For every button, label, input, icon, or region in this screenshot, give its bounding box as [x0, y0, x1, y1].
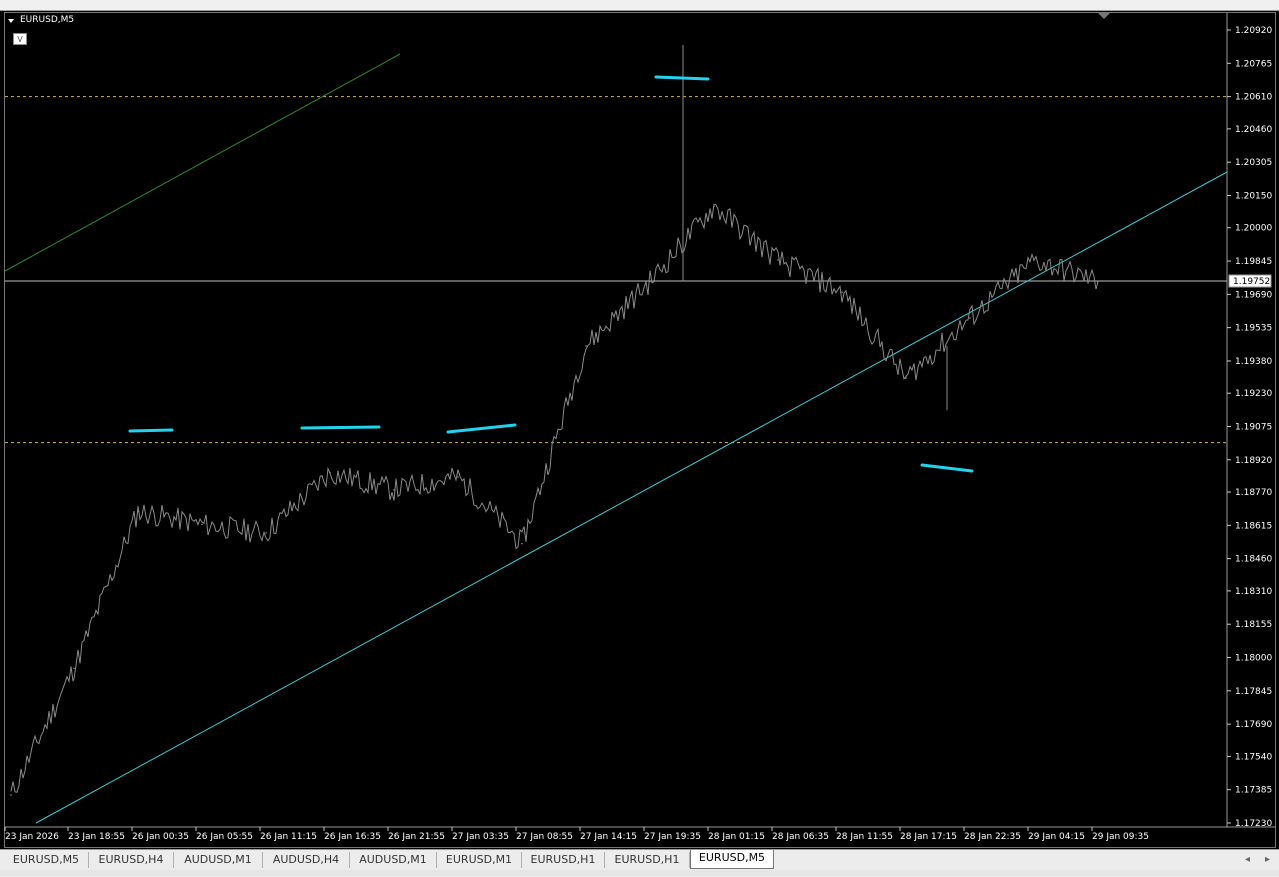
- chart-title: EURUSD,M5: [20, 15, 75, 25]
- price-axis-label: 1.20000: [1235, 224, 1272, 234]
- price-axis-label: 1.17230: [1235, 819, 1272, 829]
- price-point: [1033, 259, 1035, 261]
- time-axis-label: 26 Jan 11:15: [260, 832, 317, 842]
- price-point: [73, 667, 75, 670]
- status-strip: [0, 870, 1279, 876]
- price-axis-label: 1.20610: [1235, 93, 1272, 103]
- price-axis-label: 1.19690: [1235, 290, 1272, 300]
- price-point: [969, 317, 971, 319]
- scroll-right-icon[interactable]: ▸: [1265, 854, 1270, 865]
- tab-eurusd-h1-2[interactable]: EURUSD,H1: [605, 852, 690, 868]
- price-point: [777, 259, 779, 261]
- tab-eurusd-m5-active[interactable]: EURUSD,M5: [690, 850, 774, 869]
- chart-shift-icon: [1098, 13, 1110, 19]
- price-axis-label: 1.20765: [1235, 59, 1272, 69]
- cyan-marker: [920, 463, 974, 473]
- price-point: [137, 510, 139, 513]
- price-point: [905, 377, 907, 379]
- cyan-marker: [654, 75, 710, 81]
- price-axis-label: 1.18460: [1235, 555, 1272, 565]
- price-point: [1097, 280, 1099, 283]
- time-axis-label: 26 Jan 16:35: [324, 832, 381, 842]
- price-axis-label: 1.20150: [1235, 191, 1272, 201]
- tab-audusd-m1-1[interactable]: AUDUSD,M1: [174, 852, 263, 868]
- time-axis-label: 26 Jan 21:55: [388, 832, 445, 842]
- time-axis-label: 29 Jan 09:35: [1092, 832, 1149, 842]
- visibility-badge[interactable]: V: [13, 33, 27, 45]
- price-axis-label: 1.18310: [1235, 587, 1272, 597]
- time-axis-label: 26 Jan 05:55: [196, 832, 253, 842]
- cyan-marker: [300, 425, 381, 430]
- price-point: [521, 542, 523, 545]
- time-axis-label: 23 Jan 2026: [5, 832, 59, 842]
- tab-eurusd-h4[interactable]: EURUSD,H4: [89, 852, 174, 868]
- price-point: [649, 280, 651, 283]
- chart-menu-triangle-icon[interactable]: [8, 19, 14, 23]
- tab-eurusd-m1[interactable]: EURUSD,M1: [437, 852, 522, 868]
- price-point: [10, 794, 12, 796]
- price-point: [457, 476, 459, 478]
- price-axis-label: 1.18000: [1235, 654, 1272, 664]
- time-axis-label: 27 Jan 19:35: [644, 832, 701, 842]
- green-trendline: [4, 53, 401, 272]
- price-point: [329, 471, 331, 474]
- price-chart[interactable]: 1.20920 1.20765 1.20610 1.20460 1.20305 1.201…: [0, 0, 1279, 849]
- time-axis-label: 26 Jan 00:35: [132, 832, 189, 842]
- current-price-label: 1.19752: [1233, 277, 1270, 287]
- price-axis-label: 1.18615: [1235, 521, 1272, 531]
- price-axis-label: 1.20460: [1235, 125, 1272, 135]
- time-axis-label: 28 Jan 11:55: [836, 832, 893, 842]
- price-axis-label: 1.17385: [1235, 786, 1272, 796]
- price-point: [201, 523, 203, 526]
- price-axis-label: 1.17845: [1235, 687, 1272, 697]
- time-axis-label: 27 Jan 08:55: [516, 832, 573, 842]
- time-axis-label: 27 Jan 03:35: [452, 832, 509, 842]
- cyan-marker: [446, 423, 517, 434]
- price-axis-label: 1.19075: [1235, 423, 1272, 433]
- time-axis-label: 28 Jan 01:15: [708, 832, 765, 842]
- price-axis-label: 1.19380: [1235, 357, 1272, 367]
- price-axis-label: 1.18920: [1235, 456, 1272, 466]
- price-axis-label: 1.17540: [1235, 752, 1272, 762]
- tab-eurusd-m5-1[interactable]: EURUSD,M5: [4, 852, 89, 868]
- scroll-left-icon[interactable]: ◂: [1245, 854, 1250, 865]
- price-axis-label: 1.17690: [1235, 720, 1272, 730]
- cyan-marker: [128, 428, 174, 433]
- price-point: [841, 291, 843, 293]
- price-point: [393, 489, 395, 491]
- time-axis-label: 28 Jan 22:35: [964, 832, 1021, 842]
- time-axis-label: 28 Jan 17:15: [900, 832, 957, 842]
- time-axis-label: 27 Jan 14:15: [580, 832, 637, 842]
- tab-audusd-h4[interactable]: AUDUSD,H4: [263, 852, 350, 868]
- tab-audusd-m1-2[interactable]: AUDUSD,M1: [350, 852, 437, 868]
- price-axis-label: 1.18770: [1235, 488, 1272, 498]
- time-axis-label: 28 Jan 06:35: [772, 832, 829, 842]
- price-point: [585, 345, 587, 347]
- price-axis-label: 1.19845: [1235, 257, 1272, 267]
- price-axis-label: 1.19230: [1235, 389, 1272, 399]
- price-point: [713, 205, 715, 208]
- price-point: [265, 532, 267, 534]
- time-axis-label: 23 Jan 18:55: [68, 832, 125, 842]
- time-axis-label: 29 Jan 04:15: [1028, 832, 1085, 842]
- price-series-line: [10, 203, 1099, 793]
- cyan-trendline: [35, 171, 1228, 824]
- price-axis-label: 1.18155: [1235, 620, 1272, 630]
- price-axis-label: 1.19535: [1235, 324, 1272, 334]
- tab-eurusd-h1-1[interactable]: EURUSD,H1: [522, 852, 605, 868]
- price-axis-label: 1.20305: [1235, 158, 1272, 168]
- price-axis-label: 1.20920: [1235, 26, 1272, 36]
